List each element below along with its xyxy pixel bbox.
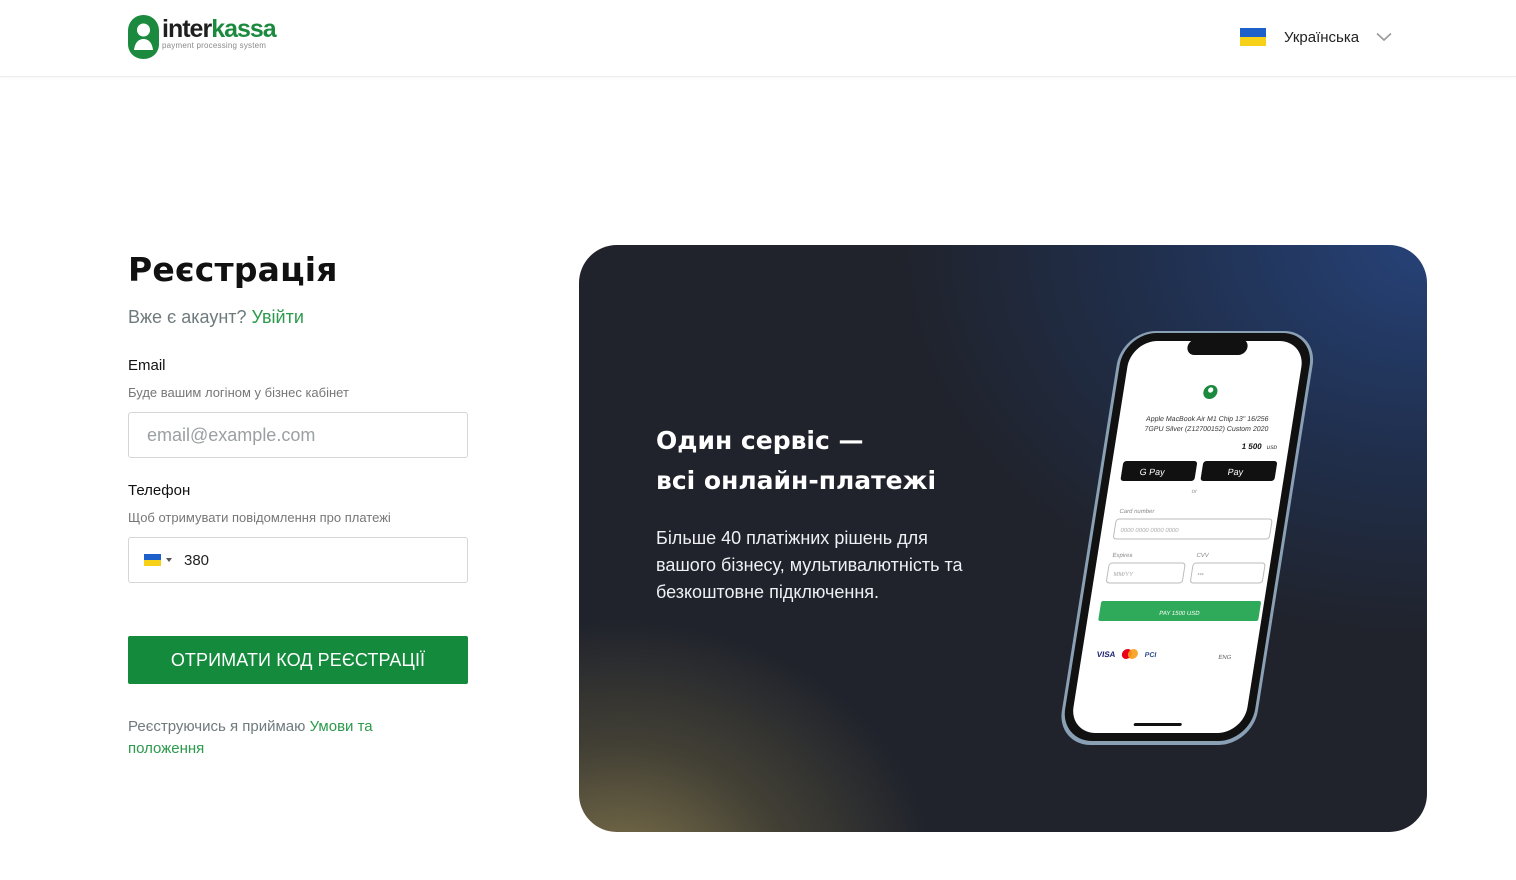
mockup-card-placeholder: 0000 0000 0000 0000 [1120, 528, 1180, 534]
phone-group: Телефон Щоб отримувати повідомлення про … [128, 482, 468, 583]
promo-title-line1: Один сервіс — [656, 426, 864, 455]
mockup-expires-placeholder: MM/YY [1113, 572, 1134, 578]
country-flag-dropdown[interactable] [144, 554, 161, 566]
mockup-gpay: G Pay [1139, 467, 1166, 477]
promo-title-line2: всі онлайн-платежі [656, 466, 937, 495]
promo-description: Більше 40 платіжних рішень для вашого бі… [656, 528, 963, 602]
mockup-expires-label: Expires [1112, 553, 1133, 559]
logo-tagline: payment processing system [162, 41, 267, 50]
chevron-down-icon [1376, 32, 1392, 42]
pci-dss-logo: PCI [1144, 652, 1157, 659]
email-hint: Буде вашим логіном у бізнес кабінет [128, 385, 349, 400]
phone-hint: Щоб отримувати повідомлення про платежі [128, 510, 391, 525]
mockup-cvv-placeholder: ••• [1197, 572, 1204, 578]
terms-prefix: Реєструючись я приймаю [128, 718, 306, 735]
visa-logo: VISA [1096, 650, 1116, 659]
terms-text: Реєструючись я приймаю Умови та положенн… [128, 716, 428, 760]
email-label: Email [128, 357, 166, 374]
mockup-price: 1 500 [1241, 442, 1263, 451]
has-account-text: Вже є акаунт? [128, 307, 247, 327]
email-group: Email Буде вашим логіном у бізнес кабіне… [128, 357, 468, 458]
mockup-product: Apple MacBook Air M1 Chip 13" 16/256 [1145, 416, 1269, 423]
phone-input[interactable]: 380 [128, 537, 468, 583]
mockup-card-label: Card number [1119, 509, 1155, 515]
logo-word-kassa: kassa [211, 15, 277, 43]
top-header: interkassa payment processing system Укр… [0, 0, 1516, 77]
phone-value[interactable]: 380 [184, 552, 209, 569]
interkassa-logo[interactable]: interkassa payment processing system [127, 14, 277, 60]
get-registration-code-button[interactable]: ОТРИМАТИ КОД РЕЄСТРАЦІЇ [128, 636, 468, 684]
phone-mockup: Apple MacBook Air M1 Chip 13" 16/256 7GP… [1039, 325, 1339, 755]
login-link[interactable]: Увійти [252, 307, 304, 327]
phone-mockup-illustration: Apple MacBook Air M1 Chip 13" 16/256 7GP… [1061, 331, 1314, 745]
mockup-product-line2: 7GPU Silver (Z12700152) Custom 2020 [1144, 426, 1269, 433]
language-selector[interactable]: Українська [1240, 26, 1392, 48]
ukraine-flag-icon [1240, 28, 1266, 46]
mockup-applepay: Pay [1227, 467, 1245, 477]
page-title: Реєстрація [128, 250, 338, 289]
language-label: Українська [1284, 28, 1360, 46]
mockup-pay-button: PAY 1500 USD [1159, 611, 1201, 617]
logo-word-inter: inter [162, 15, 212, 43]
promo-title: Один сервіс — всі онлайн-платежі [656, 421, 936, 501]
mockup-currency: USD [1266, 445, 1278, 451]
caret-down-icon[interactable] [166, 558, 172, 562]
mockup-cvv-label: CVV [1196, 553, 1209, 559]
logo-mark-icon [128, 15, 159, 59]
phone-label: Телефон [128, 482, 191, 499]
has-account-row: Вже є акаунт? Увійти [128, 307, 468, 328]
mockup-or: or [1191, 489, 1197, 495]
promo-card: Один сервіс — всі онлайн-платежі Більше … [579, 245, 1427, 832]
registration-form: Реєстрація Вже є акаунт? Увійти Email Бу… [128, 250, 468, 760]
email-input[interactable] [128, 412, 468, 458]
mockup-lang: ENG [1218, 655, 1232, 661]
